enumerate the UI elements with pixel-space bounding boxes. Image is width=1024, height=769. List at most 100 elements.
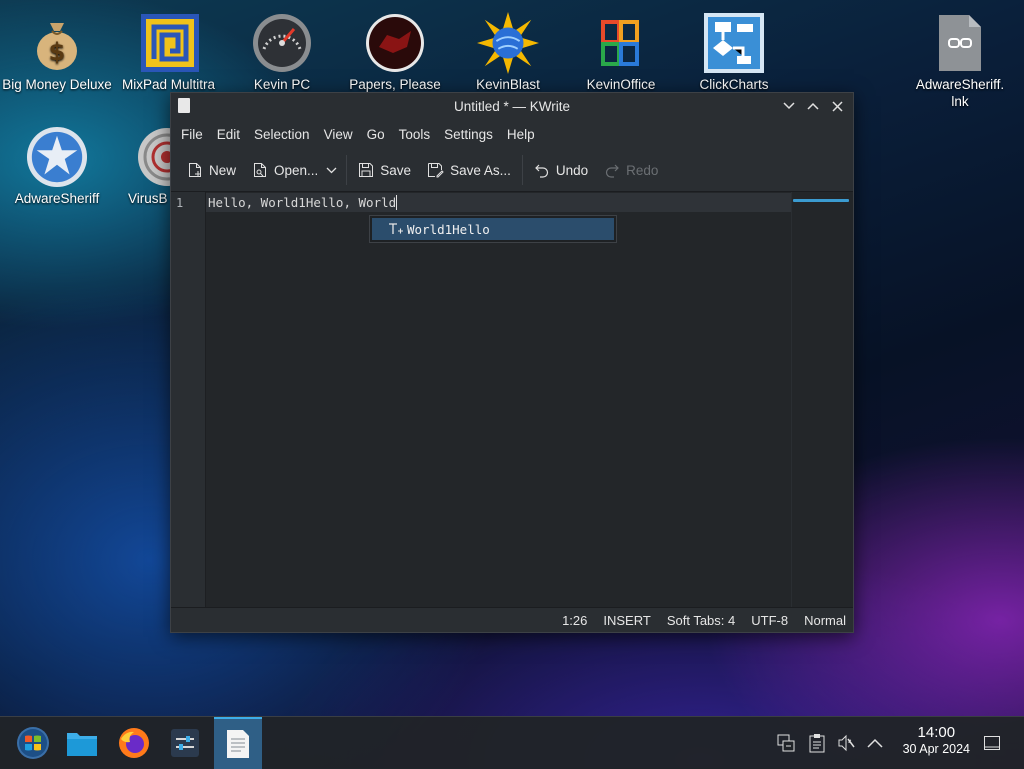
papers-please-icon [364,12,426,74]
undo-icon [535,164,548,178]
settings-icon [171,729,199,757]
new-button[interactable]: New [179,155,244,185]
open-button[interactable]: Open... [244,155,320,185]
sun-globe-icon [477,12,539,74]
maximize-button[interactable] [803,96,823,116]
volume-muted-icon[interactable] [835,732,857,754]
link-file-icon [929,12,991,74]
encoding-setting[interactable]: UTF-8 [743,613,796,628]
desktop-icon-label: ClickCharts [699,77,769,92]
toolbar-separator [521,155,523,185]
save-as-icon [428,163,444,178]
open-document-icon [254,163,267,177]
clock-time: 14:00 [917,724,956,741]
network-icon[interactable] [775,732,797,754]
desktop-icon-clickcharts[interactable]: ClickCharts [678,6,790,93]
save-as-label: Save As... [450,162,511,178]
desktop-icon-kevinoffice[interactable]: KevinOffice [565,6,677,93]
line-number-gutter: 1 [171,192,206,607]
window-title: Untitled * — KWrite [453,98,571,114]
document-icon [178,98,190,113]
show-desktop-icon[interactable] [981,732,1003,754]
line-number: 1 [176,196,184,210]
gauge-icon [251,12,313,74]
desktop-icon-label: Kevin PC [253,77,311,92]
file-manager-button[interactable] [58,717,106,769]
completion-text: World1Hello [407,221,490,237]
kwrite-window: Untitled * — KWrite File Edit Selection … [170,92,854,633]
menu-bar: File Edit Selection View Go Tools Settin… [171,119,853,149]
desktop-icon-label: Papers, Please [349,77,441,92]
firefox-button[interactable] [110,717,158,769]
open-recent-dropdown[interactable] [320,155,343,185]
syntax-mode[interactable]: Normal [796,613,853,628]
menu-help[interactable]: Help [500,127,542,142]
kwrite-task-button[interactable] [214,717,262,769]
menu-file[interactable]: File [174,127,210,142]
redo-icon [606,164,620,178]
save-label: Save [380,162,412,178]
indentation-setting[interactable]: Soft Tabs: 4 [659,613,743,628]
undo-label: Undo [555,162,589,178]
desktop-icon-kevin-pc[interactable]: Kevin PC [226,6,338,93]
firefox-icon [119,728,149,758]
start-menu-button[interactable] [9,717,57,769]
undo-button[interactable]: Undo [526,155,596,185]
scrollbar-minimap[interactable] [793,199,849,202]
svg-text:$: $ [49,38,66,66]
new-label: New [209,162,237,178]
menu-settings[interactable]: Settings [437,127,500,142]
desktop-icon-label: AdwareSheriff. lnk [915,77,1005,109]
chevron-up-icon[interactable] [864,732,886,754]
cursor-position[interactable]: 1:26 [554,613,595,628]
chevron-down-icon[interactable] [779,96,799,116]
clipboard-icon[interactable] [806,732,828,754]
desktop-icon-virusb[interactable]: VirusB [114,120,170,207]
flowchart-icon [703,12,765,74]
sheriff-badge-icon [26,126,88,188]
desktop-icon-big-money[interactable]: $ Big Money Deluxe [1,6,113,93]
toolbar-separator [346,155,348,185]
kwrite-icon [227,730,249,758]
file-manager-icon [67,733,97,756]
scrollbar-track [791,192,792,607]
chevron-down-icon [326,167,337,173]
text-cursor [396,195,398,210]
menu-edit[interactable]: Edit [210,127,247,142]
completion-popup: World1Hello [369,215,617,243]
editor-line: Hello, World1Hello, World [208,195,398,210]
redo-label: Redo [626,162,659,178]
digital-clock[interactable]: 14:00 30 Apr 2024 [903,724,970,757]
menu-selection[interactable]: Selection [247,127,317,142]
menu-view[interactable]: View [317,127,360,142]
input-mode[interactable]: INSERT [595,613,658,628]
menu-tools[interactable]: Tools [392,127,438,142]
taskbar: 14:00 30 Apr 2024 [0,716,1024,769]
main-toolbar: New Open... Save Save As... Undo Redo [171,149,853,192]
new-document-icon [189,163,201,177]
open-label: Open... [274,162,319,178]
money-bag-icon: $ [26,12,88,74]
system-settings-button[interactable] [161,717,209,769]
text-completion-icon [389,223,403,234]
desktop-icon-mixpad[interactable]: MixPad Multitra [114,6,226,93]
desktop-icon-kevinblast[interactable]: KevinBlast [452,6,564,93]
desktop-icon-label: MixPad Multitra [122,77,216,92]
clock-date: 30 Apr 2024 [902,742,970,756]
desktop-icon-adwaresheriff-lnk[interactable]: AdwareSheriff. lnk [904,6,1016,110]
save-button[interactable]: Save [350,155,419,185]
office-icon [590,12,652,74]
save-icon [359,163,374,177]
title-bar[interactable]: Untitled * — KWrite [171,93,853,119]
redo-button[interactable]: Redo [596,155,666,185]
desktop-icon-label: AdwareSheriff [14,191,100,206]
desktop-icon-label: KevinBlast [476,77,540,92]
desktop-icon-label: VirusB [128,191,168,206]
save-as-button[interactable]: Save As... [419,155,519,185]
desktop-icon-papers-please[interactable]: Papers, Please [339,6,451,93]
close-icon[interactable] [827,96,847,116]
desktop-icon-adwaresheriff[interactable]: AdwareSheriff [1,120,113,207]
menu-go[interactable]: Go [360,127,392,142]
completion-item[interactable]: World1Hello [372,218,614,240]
text-editor[interactable]: 1 Hello, World1Hello, World World1Hello [171,192,853,607]
